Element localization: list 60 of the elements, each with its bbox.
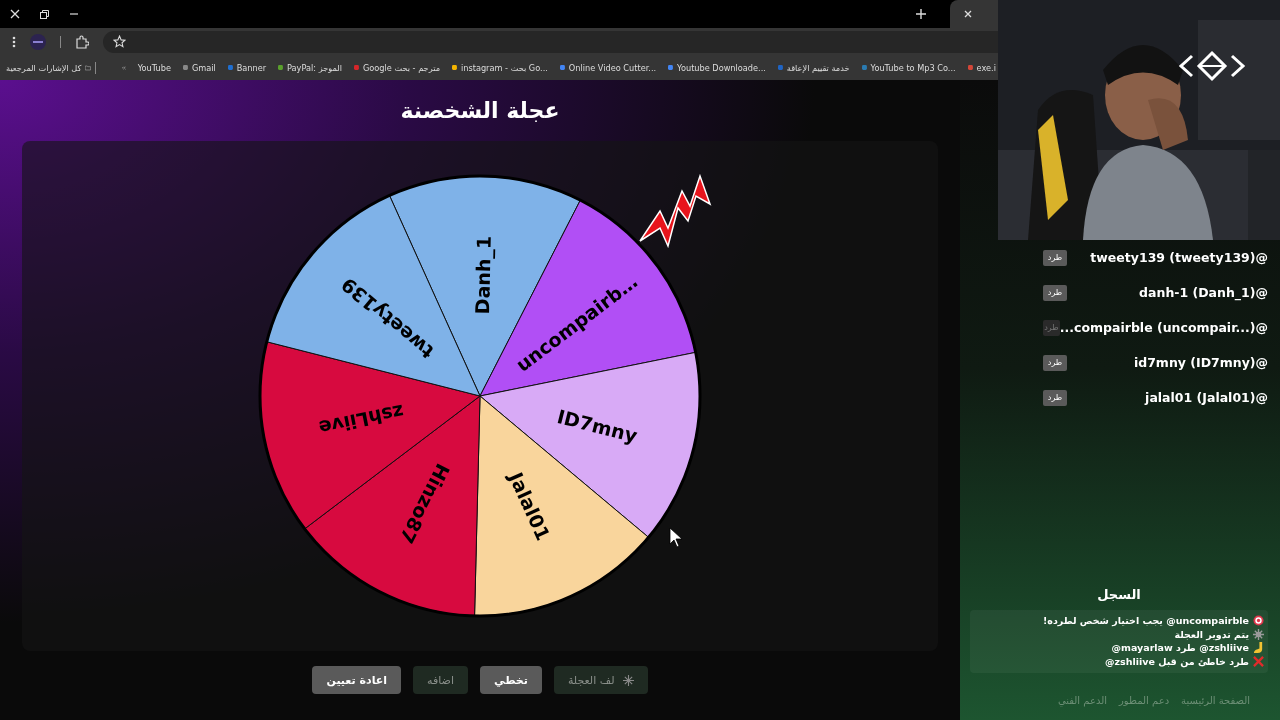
log-entry: zshliive@ طرد mayarlaw@ bbox=[1111, 642, 1249, 654]
zigzag-arrow-icon bbox=[639, 173, 712, 249]
sparkle-icon bbox=[622, 674, 634, 686]
log-entry: uncompairble@ يجب اختيار شخص لطرده! bbox=[1042, 615, 1249, 627]
extensions-icon[interactable] bbox=[75, 34, 89, 49]
favicon-icon bbox=[861, 62, 867, 73]
bookmark-link[interactable]: YouTube to Mp3 Co... bbox=[870, 62, 956, 73]
kick-button[interactable]: طرد bbox=[1043, 389, 1067, 406]
wheel-label: zshLiive bbox=[316, 400, 406, 440]
spinning-wheel[interactable] bbox=[258, 174, 702, 618]
close-icon[interactable] bbox=[10, 9, 20, 19]
diamond-logo-icon bbox=[1178, 50, 1246, 82]
favicon-icon bbox=[559, 62, 565, 73]
page-title: عجلة الشخصنة bbox=[400, 98, 560, 123]
favicon-icon bbox=[452, 62, 457, 73]
bookmark-link[interactable]: Gmail bbox=[191, 62, 216, 73]
action-button[interactable]: تخطي bbox=[480, 666, 542, 694]
bookmark-link[interactable]: PayPal: الموجز bbox=[287, 62, 342, 73]
target-icon bbox=[1253, 615, 1264, 627]
favicon-icon bbox=[777, 62, 783, 73]
wheel-label: Danh_1 bbox=[471, 235, 495, 315]
bookmark-link[interactable]: exe.i bbox=[976, 62, 996, 73]
chevron-icon[interactable] bbox=[121, 63, 126, 72]
bookmark-link[interactable]: Youtube Downloade... bbox=[677, 62, 766, 73]
bookmark-link[interactable]: مترجم - بحث Google bbox=[362, 62, 441, 73]
star-icon[interactable] bbox=[113, 35, 126, 48]
action-button[interactable]: اعادة تعيين bbox=[312, 666, 402, 694]
log-entry: يتم تدوير العجلة bbox=[1174, 628, 1249, 640]
favicon-icon bbox=[354, 62, 359, 73]
kick-button[interactable]: طرد bbox=[1043, 249, 1067, 266]
foot-icon bbox=[1253, 642, 1264, 654]
favicon-icon bbox=[183, 62, 188, 73]
log-entry: طرد خاطئ من قبل zshliive@ bbox=[1105, 655, 1249, 667]
bookmark-link[interactable]: Banner bbox=[236, 62, 267, 73]
favicon-icon bbox=[278, 62, 284, 73]
restore-icon[interactable] bbox=[40, 9, 49, 19]
mouse-cursor-icon bbox=[669, 527, 683, 548]
folder-icon[interactable] bbox=[85, 62, 92, 73]
bookmark-link[interactable]: instagram - بحث Go... bbox=[460, 62, 548, 73]
player-name: tweety139 (tweety139)@ bbox=[1090, 250, 1268, 265]
close-icon[interactable] bbox=[964, 10, 972, 18]
player-name: ...compairble (uncompair...)@ bbox=[1059, 320, 1268, 335]
gear-icon bbox=[1253, 628, 1264, 640]
player-name: id7mny (ID7mny)@ bbox=[1133, 355, 1268, 370]
bookmark-link[interactable]: Online Video Cutter... bbox=[568, 62, 657, 73]
bookmark-link[interactable]: خدمة تقييم الإعاقة bbox=[786, 62, 850, 73]
favicon-icon bbox=[668, 62, 673, 73]
menu-icon[interactable] bbox=[12, 35, 16, 48]
player-name: danh-1 (Danh_1)@ bbox=[1139, 285, 1268, 300]
kick-button[interactable]: طرد bbox=[1043, 354, 1067, 371]
profile-avatar-icon[interactable] bbox=[30, 33, 46, 50]
player-name: jalal01 (Jalal01)@ bbox=[1145, 390, 1268, 405]
new-tab-icon[interactable] bbox=[916, 9, 926, 19]
cross-icon bbox=[1253, 655, 1264, 667]
favicon-icon bbox=[227, 62, 233, 73]
kick-button[interactable]: طرد bbox=[1043, 284, 1067, 301]
all-bookmarks-link[interactable]: كل الإشارات المرجعية bbox=[6, 62, 82, 73]
bookmark-link[interactable]: YouTube bbox=[137, 62, 171, 73]
favicon-icon bbox=[967, 62, 973, 73]
log-title: السجل bbox=[1096, 587, 1142, 602]
